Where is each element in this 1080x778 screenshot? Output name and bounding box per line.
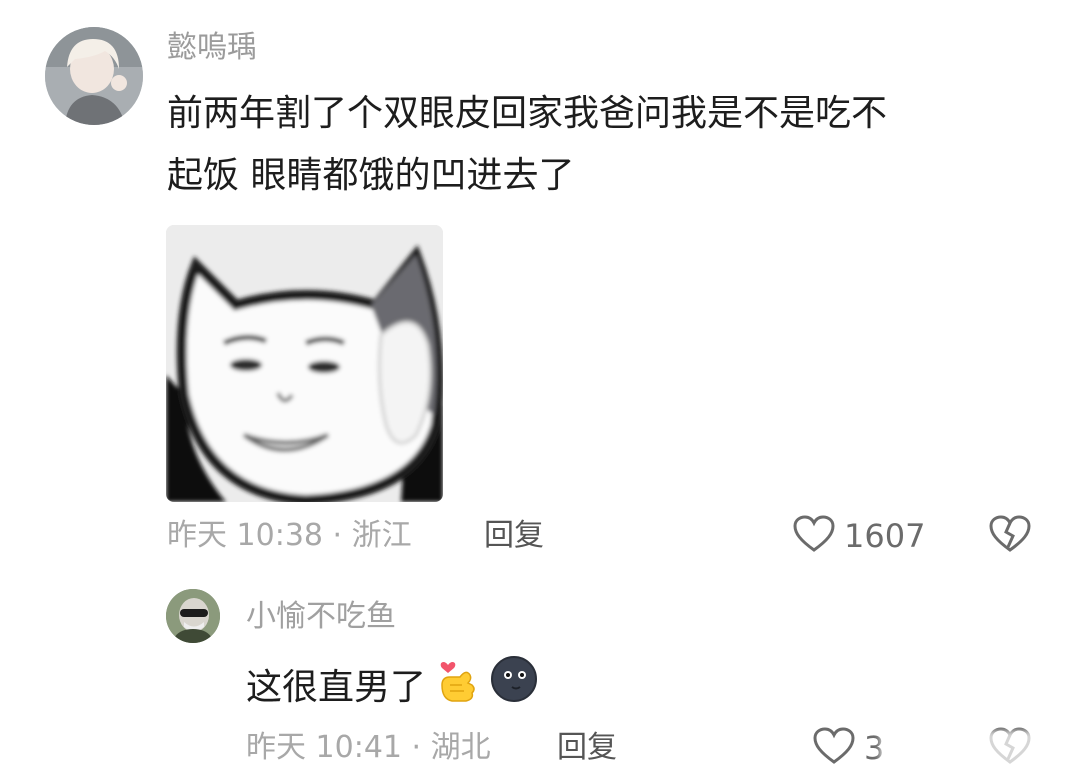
comment-line: 起饭 眼睛都饿的凹进去了 [167,155,575,196]
heart-icon [812,726,856,770]
watermark-overlay [880,731,1070,769]
comment-line: 前两年割了个双眼皮回家我爸问我是不是吃不 [167,93,888,134]
like-count: 1607 [844,517,926,555]
comment-meta: 昨天 10:38 · 浙江 [167,518,412,553]
username[interactable]: 懿嗚瑀 [167,28,257,68]
heart-icon [792,514,836,558]
comment-text: 前两年割了个双眼皮回家我爸问我是不是吃不 起饭 眼睛都饿的凹进去了 [167,83,1027,207]
comment-meta: 昨天 10:41 · 湖北 [246,730,491,765]
reply-text: 这很直男了 [246,666,427,708]
dislike-button[interactable] [988,514,1032,558]
avatar[interactable] [45,27,143,125]
broken-heart-icon [988,515,1032,558]
like-button[interactable]: 3 [812,726,884,770]
reply-button[interactable]: 回复 [557,726,617,770]
finger-heart-emoji [436,655,480,720]
sticker-image[interactable] [166,225,443,502]
avatar[interactable] [166,589,220,643]
username[interactable]: 小愉不吃鱼 [246,597,396,637]
new-moon-face-emoji [490,655,538,720]
reply-text-row: 这很直男了 [246,655,538,720]
reply-button[interactable]: 回复 [484,514,544,558]
like-button[interactable]: 1607 [792,514,925,558]
